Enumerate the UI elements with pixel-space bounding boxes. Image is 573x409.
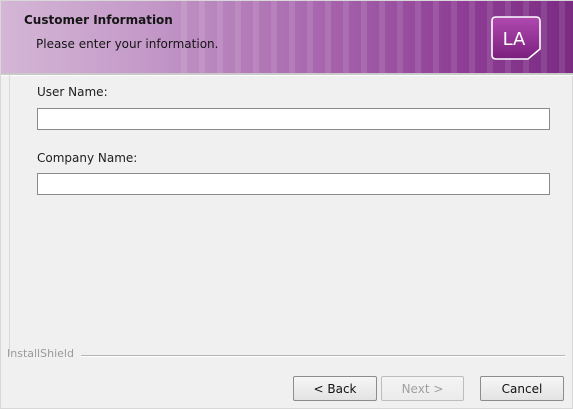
company-name-field[interactable] xyxy=(37,173,550,195)
header-divider xyxy=(1,73,573,76)
left-border xyxy=(9,75,10,355)
user-name-field[interactable] xyxy=(37,108,550,130)
brand-divider xyxy=(81,355,565,357)
la-logo-icon: LA xyxy=(491,16,541,60)
next-button[interactable]: Next > xyxy=(381,376,464,401)
user-name-label: User Name: xyxy=(37,85,108,99)
page-subtitle: Please enter your information. xyxy=(36,37,219,51)
installer-dialog: Customer Information Please enter your i… xyxy=(0,0,573,409)
back-button[interactable]: < Back xyxy=(293,376,377,401)
page-title: Customer Information xyxy=(24,13,173,27)
installshield-brand: InstallShield xyxy=(7,347,74,360)
logo-text: LA xyxy=(503,29,526,50)
header-banner: Customer Information Please enter your i… xyxy=(1,1,573,73)
cancel-button[interactable]: Cancel xyxy=(480,376,564,401)
company-name-label: Company Name: xyxy=(37,151,138,165)
